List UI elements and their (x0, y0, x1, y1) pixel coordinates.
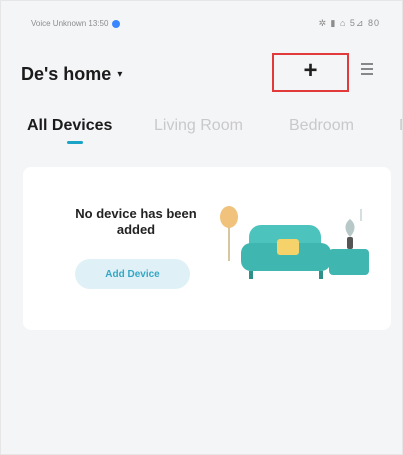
side-table (329, 249, 369, 275)
empty-room-illustration (220, 206, 369, 279)
home-title: De's home (21, 64, 112, 84)
status-left: Voice Unknown 13:50 (31, 19, 121, 28)
cushion-icon (277, 239, 299, 255)
add-device-plus-button[interactable]: + (272, 53, 349, 92)
hamburger-icon[interactable] (359, 61, 377, 77)
room-tabs: All Devices Living Room Bedroom D (27, 117, 402, 151)
app-screen: Voice Unknown 13:50 ✲ ▮ ⌂ 5⊿ 80 De's hom… (0, 0, 403, 455)
status-app-icon (112, 19, 121, 28)
tab-living-room[interactable]: Living Room (154, 117, 243, 135)
chevron-down-icon: ▾ (117, 69, 123, 80)
empty-state-message: No device has been added (75, 206, 197, 237)
status-indicators: ✲ ▮ ⌂ 5⊿ 80 (318, 18, 380, 28)
status-bar: Voice Unknown 13:50 ✲ ▮ ⌂ 5⊿ 80 (1, 17, 402, 35)
carrier-text: Voice Unknown 13:50 (31, 19, 109, 28)
plant-pot (347, 237, 353, 249)
plus-icon: + (303, 57, 318, 84)
add-device-button[interactable]: Add Device (75, 259, 190, 289)
tab-bedroom[interactable]: Bedroom (289, 117, 354, 135)
empty-state-card: No device has been added Add Device (23, 167, 391, 330)
lamp-icon (220, 206, 238, 228)
plant-icon (345, 219, 355, 237)
active-tab-indicator (67, 141, 83, 144)
home-selector[interactable]: De's home ▾ (21, 64, 122, 85)
tab-all-devices[interactable]: All Devices (27, 117, 112, 135)
tab-overflow[interactable]: D (399, 117, 402, 135)
